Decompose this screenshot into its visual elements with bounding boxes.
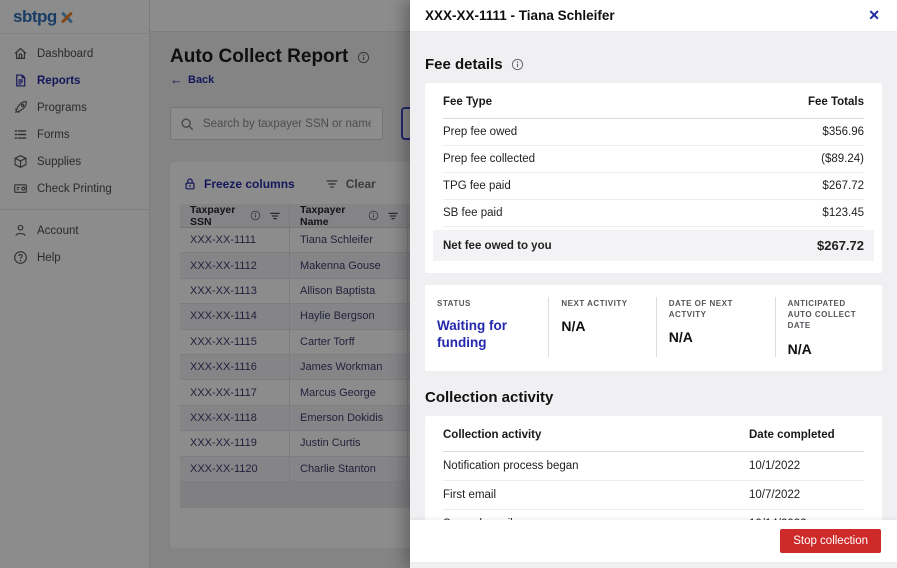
collection-activity-heading: Collection activity <box>425 389 882 406</box>
fee-row: TPG fee paid $267.72 <box>443 173 864 200</box>
fee-total: ($89.24) <box>821 153 864 165</box>
close-button[interactable]: ✕ <box>866 6 882 25</box>
fee-type-column-header: Fee Type <box>443 96 492 108</box>
net-fee-row: Net fee owed to you $267.72 <box>433 230 874 261</box>
date-of-next-activity-value: N/A <box>669 329 763 345</box>
collection-activity-row: First email 10/7/2022 <box>443 481 864 510</box>
detail-panel: XXX-XX-1111 - Tiana Schleifer ✕ Fee deta… <box>410 0 897 568</box>
date-completed-column-header: Date completed <box>749 429 864 441</box>
activity-name: Notification process began <box>443 460 749 472</box>
fee-total: $356.96 <box>822 126 864 138</box>
activity-date: 10/1/2022 <box>749 460 864 472</box>
fee-details-card: Fee Type Fee Totals Prep fee owed $356.9… <box>425 83 882 273</box>
close-icon: ✕ <box>868 7 880 23</box>
fee-total: $123.45 <box>822 207 864 219</box>
fee-totals-column-header: Fee Totals <box>808 96 864 108</box>
fee-total: $267.72 <box>822 180 864 192</box>
activity-name: First email <box>443 489 749 501</box>
status-label: STATUS <box>437 298 536 309</box>
next-activity-label: NEXT ACTIVITY <box>561 298 643 309</box>
stop-collection-button[interactable]: Stop collection <box>780 529 881 553</box>
collection-activity-row: Notification process began 10/1/2022 <box>443 452 864 481</box>
fee-type: TPG fee paid <box>443 180 511 192</box>
next-activity-value: N/A <box>561 318 643 334</box>
fee-type: Prep fee collected <box>443 153 535 165</box>
status-value: Waiting for funding <box>437 318 529 352</box>
fee-type: Net fee owed to you <box>443 240 552 252</box>
fee-total: $267.72 <box>817 238 864 253</box>
status-card: STATUS Waiting for funding NEXT ACTIVITY… <box>425 285 882 371</box>
anticipated-auto-collect-date-label: ANTICIPATED AUTO COLLECT DATE <box>788 298 870 332</box>
anticipated-auto-collect-date-value: N/A <box>788 341 870 357</box>
collection-table-header: Collection activity Date completed <box>443 418 864 452</box>
fee-table-header: Fee Type Fee Totals <box>443 85 864 119</box>
panel-body: Fee details Fee Type Fee Totals Prep fee… <box>410 56 897 539</box>
date-of-next-activity-label: DATE OF NEXT ACTVITY <box>669 298 763 320</box>
activity-date: 10/7/2022 <box>749 489 864 501</box>
panel-header: XXX-XX-1111 - Tiana Schleifer ✕ <box>410 0 897 32</box>
collection-activity-column-header: Collection activity <box>443 429 749 441</box>
fee-row: Prep fee owed $356.96 <box>443 119 864 146</box>
fee-details-heading: Fee details <box>425 56 503 73</box>
fee-type: Prep fee owed <box>443 126 517 138</box>
stop-collection-label: Stop collection <box>793 535 868 547</box>
fee-type: SB fee paid <box>443 207 502 219</box>
panel-title: XXX-XX-1111 - Tiana Schleifer <box>425 8 615 23</box>
fee-row: SB fee paid $123.45 <box>443 200 864 227</box>
panel-footer: Stop collection <box>410 520 897 562</box>
info-icon[interactable] <box>511 58 524 71</box>
fee-row: Prep fee collected ($89.24) <box>443 146 864 173</box>
app-root: sbtpg Dashboard Reports Programs <box>0 0 897 568</box>
